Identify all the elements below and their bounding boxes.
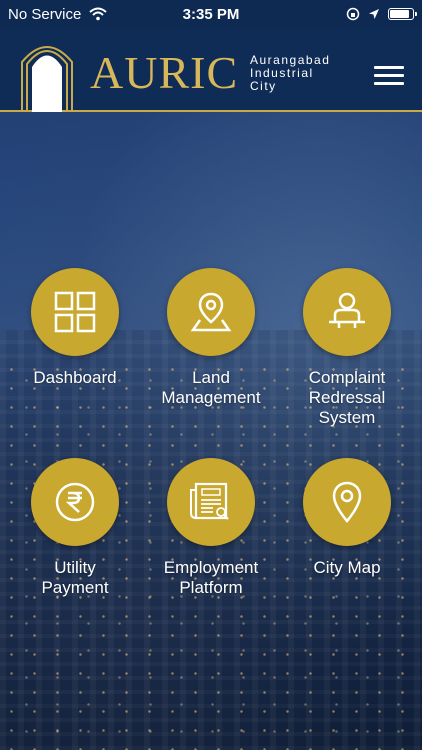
tile-city-map[interactable]: City Map [279,458,415,578]
app-header: AURIC Aurangabad Industrial City [0,28,422,112]
land-management-circle[interactable] [167,268,255,356]
grid-icon [54,291,96,333]
subtitle-line-3: City [250,79,277,93]
employment-circle[interactable] [167,458,255,546]
user-desk-icon [329,292,365,328]
tile-label-city-map: City Map [313,558,381,577]
tile-label-land-management: Land Management [161,368,261,407]
location-arrow-icon [369,9,379,19]
carrier-label: No Service [8,5,82,23]
tile-label-complaint: Complaint Redressal System [308,368,386,427]
tile-dashboard[interactable]: Dashboard [7,268,143,388]
battery-icon [388,8,417,20]
city-map-circle[interactable] [303,458,391,546]
tile-utility-payment[interactable]: Utility Payment [7,458,143,598]
tile-label-dashboard: Dashboard [33,368,117,387]
location-pin-icon [332,481,362,523]
brand-wordmark: AURIC [90,47,239,98]
tile-label-employment: Employment Platform [163,558,259,597]
status-bar: No Service 3:35 PM [0,0,422,28]
rupee-icon [55,482,95,522]
brand-subtitle: Aurangabad Industrial City [250,54,330,93]
map-pin-icon [190,292,232,332]
tile-employment-platform[interactable]: Employment Platform [143,458,279,598]
complaint-circle[interactable] [303,268,391,356]
wifi-icon [89,7,108,21]
tile-land-management[interactable]: Land Management [143,268,279,408]
tile-label-utility-payment: Utility Payment [41,558,109,597]
dashboard-circle[interactable] [31,268,119,356]
arch-logo-icon [21,46,73,112]
tile-complaint-redressal[interactable]: Complaint Redressal System [279,268,415,428]
hamburger-menu-button[interactable] [374,66,404,86]
utility-payment-circle[interactable] [31,458,119,546]
newspaper-jobs-icon [190,482,229,520]
orientation-lock-icon [346,7,360,21]
